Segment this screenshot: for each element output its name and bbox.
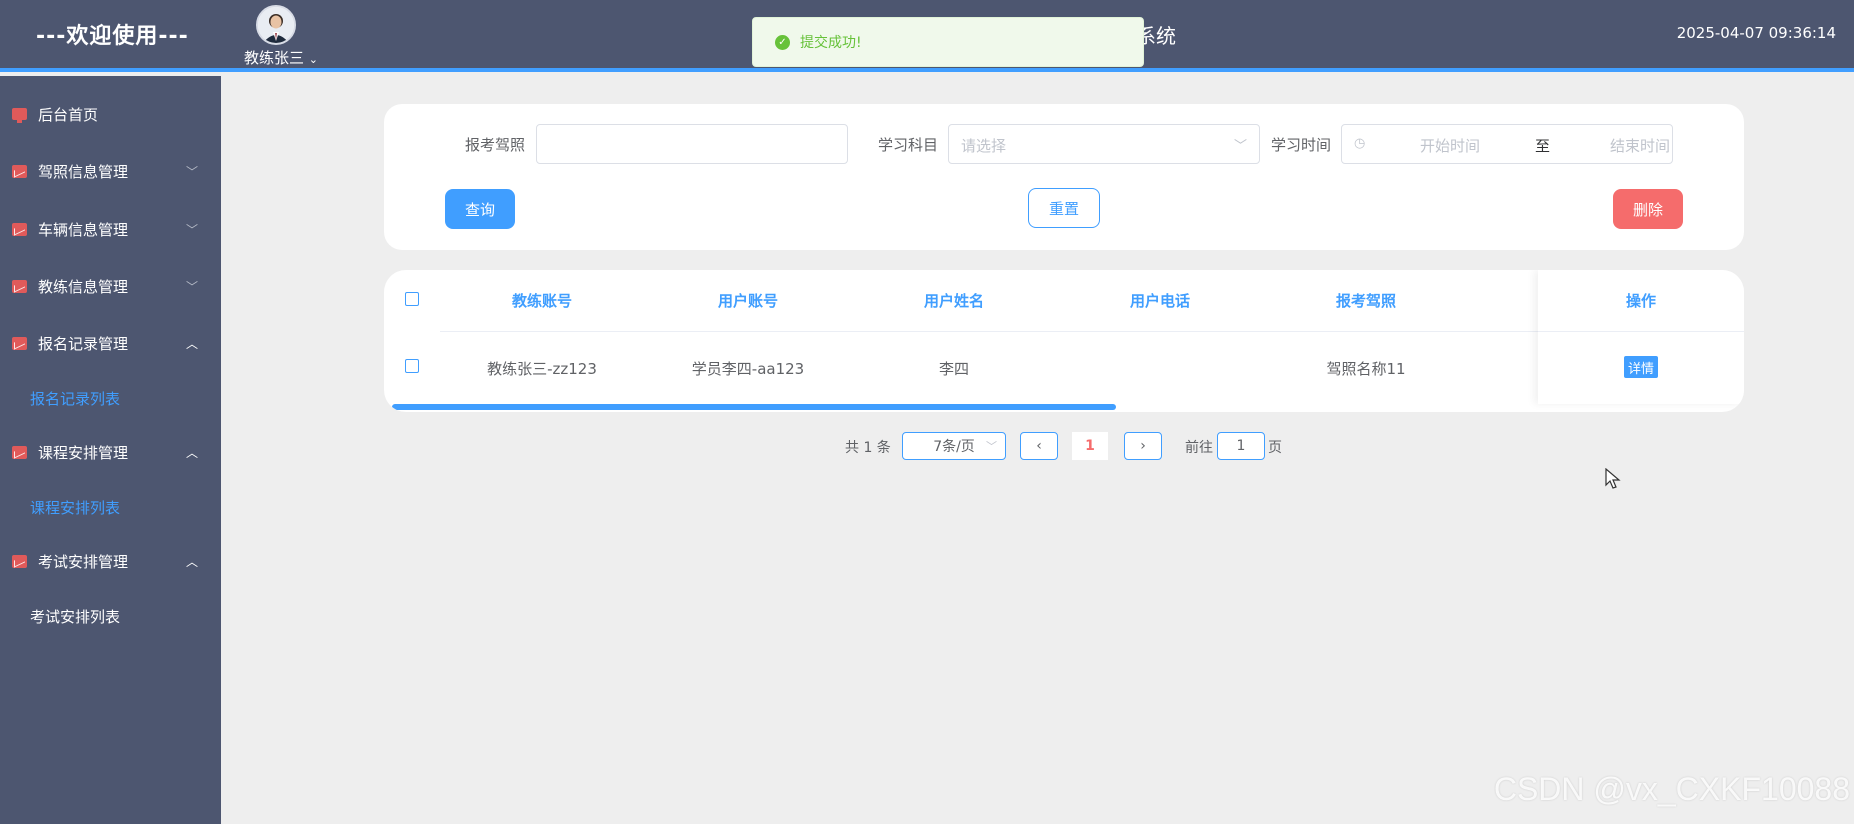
user-name: 教练张三	[244, 49, 305, 67]
column-header-action: 操作	[1625, 292, 1657, 310]
avatar-image	[258, 7, 294, 43]
row-divider	[1538, 331, 1744, 332]
search-panel: 报考驾照 学习科目 请选择 ﹀ 学习时间 ◷ 开始时间 至 结束时间 查询 重置…	[384, 104, 1744, 250]
range-separator: 至	[1535, 137, 1551, 155]
page-size-value: 7条/页	[933, 439, 975, 455]
chart-icon	[12, 554, 27, 568]
cell-user-name: 李四	[938, 360, 970, 378]
data-table: 教练账号 用户账号 用户姓名 用户电话 报考驾照 教练张三-zz123 学员李四…	[384, 270, 1744, 412]
row-checkbox[interactable]	[405, 359, 419, 373]
sidebar-item-exam[interactable]: 考试安排管理 ︿	[0, 541, 221, 581]
sidebar-subitem-registration-list[interactable]: 报名记录列表	[30, 388, 120, 409]
column-header-license: 报考驾照	[1335, 292, 1397, 310]
chevron-down-icon: ﹀	[986, 440, 997, 453]
sidebar-item-license[interactable]: 驾照信息管理 ﹀	[0, 151, 221, 191]
monitor-icon	[12, 108, 27, 123]
reset-button[interactable]: 重置	[1028, 188, 1100, 228]
column-header-user-account: 用户账号	[717, 292, 779, 310]
sidebar-item-label: 课程安排管理	[38, 443, 129, 462]
sidebar-item-home[interactable]: 后台首页	[0, 94, 221, 134]
prev-page-button[interactable]: ‹	[1020, 432, 1058, 460]
chevron-down-icon: ﹀	[186, 222, 199, 237]
select-all-checkbox[interactable]	[405, 292, 419, 306]
sidebar-item-course[interactable]: 课程安排管理 ︿	[0, 432, 221, 472]
watermark: CSDN @vx_CXKF10088	[1493, 771, 1850, 807]
goto-page-input[interactable]: 1	[1217, 432, 1265, 460]
chevron-left-icon: ‹	[1036, 438, 1042, 454]
sidebar-item-label: 考试安排管理	[38, 552, 129, 571]
subject-placeholder: 请选择	[961, 137, 1007, 155]
user-menu[interactable]: 教练张三 ⌄	[244, 47, 318, 68]
chart-icon	[12, 164, 27, 178]
chart-icon	[12, 279, 27, 293]
chevron-up-icon: ︿	[186, 445, 199, 460]
row-divider	[440, 331, 1540, 332]
welcome-text: ---欢迎使用---	[36, 24, 189, 49]
chart-icon	[12, 336, 27, 350]
end-time-input[interactable]: 结束时间	[1610, 135, 1670, 156]
column-header-user-phone: 用户电话	[1129, 292, 1191, 310]
horizontal-scrollbar[interactable]	[392, 404, 1116, 410]
sidebar-item-label: 报名记录管理	[38, 334, 129, 353]
time-range-picker[interactable]: ◷ 开始时间 至 结束时间	[1341, 124, 1673, 164]
subject-label: 学习科目	[878, 136, 939, 154]
subject-select[interactable]: 请选择 ﹀	[948, 124, 1260, 164]
time-label: 学习时间	[1271, 136, 1332, 154]
sidebar-subitem-course-list[interactable]: 课程安排列表	[30, 497, 120, 518]
sidebar-subitem-exam-list[interactable]: 考试安排列表	[30, 606, 120, 627]
chart-icon	[12, 222, 27, 236]
license-label: 报考驾照	[465, 136, 526, 154]
delete-button[interactable]: 删除	[1613, 189, 1683, 229]
clock-icon: ◷	[1354, 136, 1366, 151]
check-circle-icon: ✓	[775, 34, 790, 50]
chevron-right-icon: ›	[1140, 438, 1146, 454]
sidebar-item-label: 驾照信息管理	[38, 162, 129, 181]
sidebar-item-label: 车辆信息管理	[38, 220, 129, 239]
license-input[interactable]	[536, 124, 848, 164]
cell-coach-account: 教练张三-zz123	[487, 360, 597, 378]
sidebar-item-label: 后台首页	[38, 105, 99, 124]
sidebar-item-label: 教练信息管理	[38, 277, 129, 296]
action-column: 操作	[1538, 270, 1744, 404]
chevron-down-icon: ﹀	[186, 279, 199, 294]
chevron-down-icon: ⌄	[308, 53, 319, 66]
chevron-down-icon: ﹀	[1233, 139, 1247, 154]
goto-label: 前往	[1185, 440, 1213, 456]
chevron-down-icon: ﹀	[186, 164, 199, 179]
column-header-coach-account: 教练账号	[511, 292, 573, 310]
page-number-1[interactable]: 1	[1072, 432, 1108, 460]
chevron-up-icon: ︿	[186, 336, 199, 351]
chevron-up-icon: ︿	[186, 554, 199, 569]
sidebar-item-coach[interactable]: 教练信息管理 ﹀	[0, 266, 221, 306]
page-unit-label: 页	[1268, 440, 1282, 456]
cell-license: 驾照名称11	[1326, 360, 1406, 378]
query-button[interactable]: 查询	[445, 189, 515, 229]
success-toast: ✓ 提交成功!	[752, 17, 1144, 67]
goto-page-value: 1	[1236, 438, 1246, 454]
datetime: 2025-04-07 09:36:14	[1676, 24, 1836, 42]
start-time-input[interactable]: 开始时间	[1420, 135, 1480, 156]
detail-button[interactable]: 详情	[1624, 356, 1658, 378]
pagination-total: 共 1 条	[845, 440, 891, 456]
chart-icon	[12, 445, 27, 459]
sidebar-item-registration[interactable]: 报名记录管理 ︿	[0, 323, 221, 363]
mouse-cursor-icon	[1605, 467, 1621, 494]
sidebar-item-vehicle[interactable]: 车辆信息管理 ﹀	[0, 209, 221, 249]
toast-message: 提交成功!	[800, 35, 862, 51]
page-size-select[interactable]: 7条/页 ﹀	[902, 432, 1006, 460]
cell-user-account: 学员李四-aa123	[691, 360, 805, 378]
avatar[interactable]	[256, 5, 296, 45]
column-header-user-name: 用户姓名	[923, 292, 985, 310]
next-page-button[interactable]: ›	[1124, 432, 1162, 460]
sidebar: 后台首页 驾照信息管理 ﹀ 车辆信息管理 ﹀ 教练信息管理 ﹀ 报名记录管理 ︿…	[0, 76, 221, 824]
